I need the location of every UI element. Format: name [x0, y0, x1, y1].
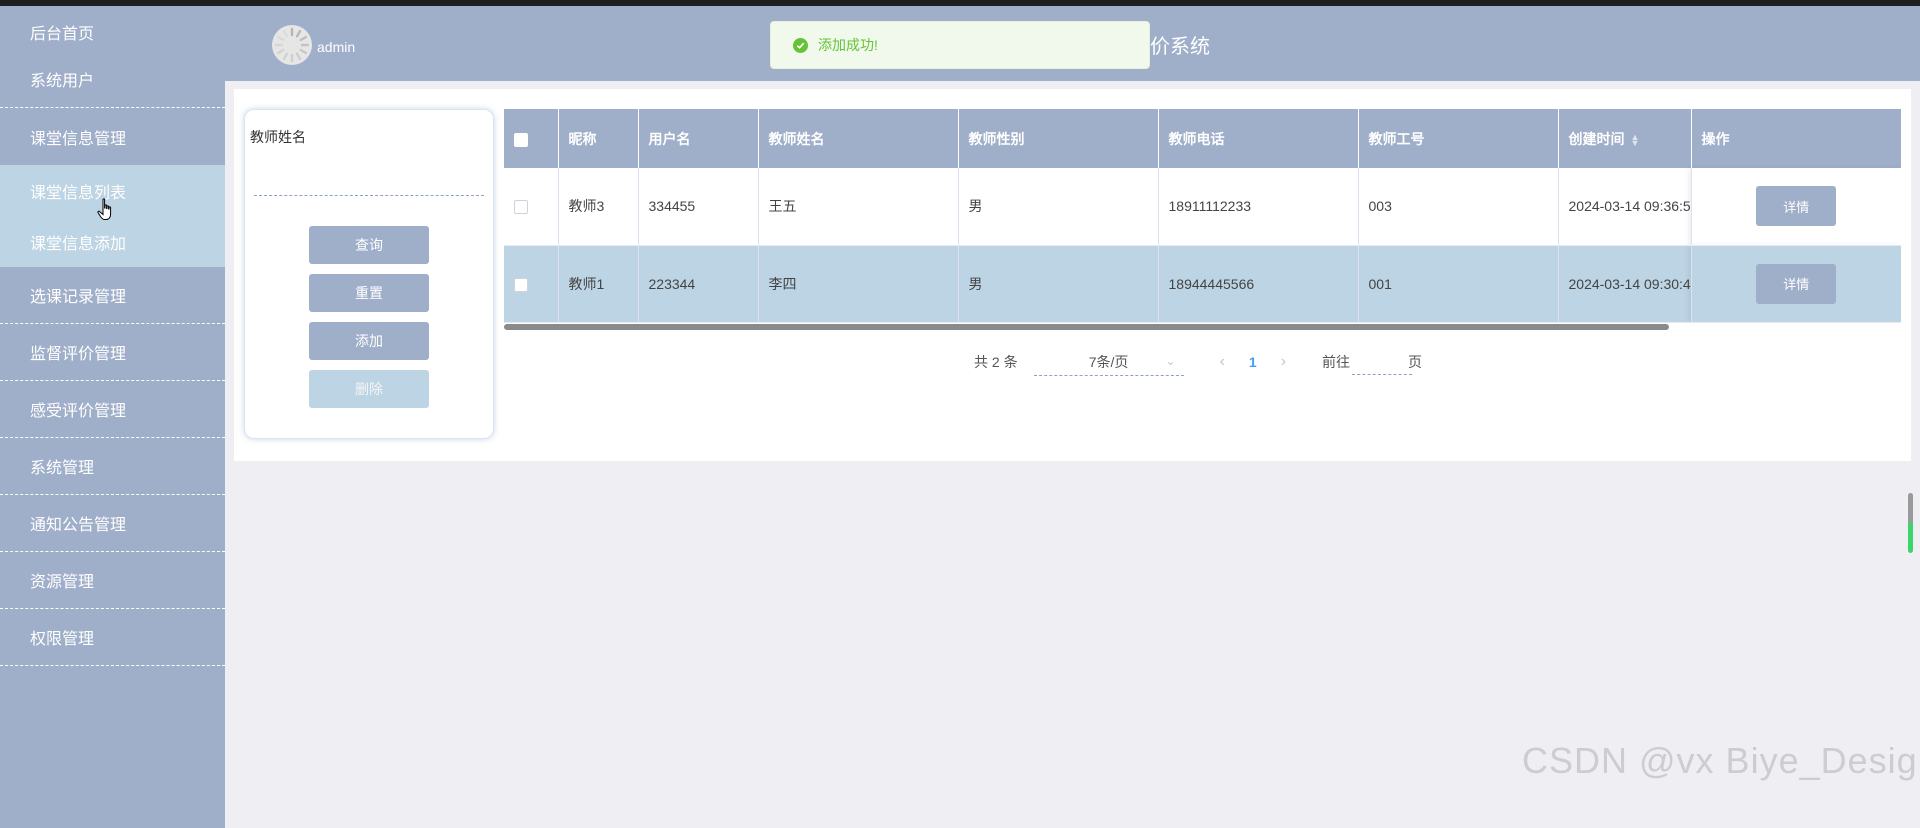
sidebar-item-label: 感受评价管理: [30, 403, 127, 420]
cell-actions: 详情: [1691, 245, 1901, 323]
cell-created-at: 2024-03-14 09:30:4: [1558, 245, 1692, 323]
sidebar-item-label: 资源管理: [30, 574, 95, 591]
sidebar-item-system-users[interactable]: 系统用户: [0, 51, 225, 108]
cell-username: 334455: [638, 168, 759, 246]
sidebar-item-label: 通知公告管理: [30, 517, 127, 534]
teacher-name-input[interactable]: [254, 170, 484, 196]
add-button[interactable]: 添加: [309, 322, 429, 360]
cell-teacher-name: 王五: [758, 168, 959, 246]
column-header-teacher-phone: 教师电话: [1158, 109, 1359, 168]
cell-teacher-gender: 男: [958, 245, 1159, 323]
column-header-created-at[interactable]: 创建时间 ▲ ▼: [1558, 109, 1692, 168]
horizontal-scrollbar[interactable]: [504, 324, 1669, 330]
column-header-nickname: 昵称: [558, 109, 639, 168]
page-title: 价系统: [1150, 36, 1210, 58]
detail-button[interactable]: 详情: [1756, 186, 1837, 227]
sidebar-item-label: 后台首页: [30, 26, 95, 43]
sidebar-subitem-label: 课堂信息添加: [30, 235, 127, 253]
sidebar-item-label: 课堂信息管理: [30, 130, 127, 148]
cell-created-at: 2024-03-14 09:36:5: [1558, 168, 1692, 246]
row-checkbox[interactable]: [514, 200, 528, 215]
sidebar-item-permissions[interactable]: 权限管理: [0, 609, 225, 666]
sidebar-item-label: 系统用户: [30, 73, 95, 90]
column-header-label: 创建时间: [1568, 130, 1625, 147]
row-select-cell: [504, 168, 559, 246]
data-table-container: 昵称 用户名 教师姓名 教师性别 教师电话 教师工号 创建时间 ▲ ▼ 操作 教师3…: [504, 109, 1901, 329]
cell-actions: 详情: [1691, 168, 1901, 246]
sidebar-item-label: 监督评价管理: [30, 346, 127, 363]
cell-username: 223344: [638, 245, 759, 323]
main-panel: 教师姓名 查询 重置 添加 删除 昵称 用户名 教师姓名 教师性别 教师电话 教…: [234, 89, 1911, 461]
success-toast: 添加成功!: [770, 21, 1150, 69]
sidebar: 后台首页 系统用户 课堂信息管理 课堂信息列表 课堂信息添加 选课记录管理 监督…: [0, 6, 225, 828]
row-select-cell: [504, 245, 559, 323]
delete-button[interactable]: 删除: [309, 370, 429, 408]
page-number-current[interactable]: 1: [1249, 354, 1257, 370]
chevron-down-icon: ⌄: [1165, 354, 1176, 368]
cell-nickname: 教师3: [558, 168, 639, 246]
avatar[interactable]: [272, 25, 312, 65]
sidebar-item-label: 权限管理: [30, 631, 95, 648]
column-header-teacher-gender: 教师性别: [958, 109, 1159, 168]
sidebar-item-feeling-eval[interactable]: 感受评价管理: [0, 381, 225, 438]
table-header-row: 昵称 用户名 教师姓名 教师性别 教师电话 教师工号 创建时间 ▲ ▼ 操作: [504, 109, 1901, 168]
query-button[interactable]: 查询: [309, 226, 429, 264]
column-header-teacher-id: 教师工号: [1358, 109, 1559, 168]
teacher-name-label: 教师姓名: [250, 129, 306, 145]
page-jump-label: 前往: [1322, 354, 1351, 370]
page-size-select[interactable]: 7条/页 ⌄: [1033, 348, 1184, 376]
page-jump: 前往 页: [1322, 349, 1422, 375]
table-row[interactable]: 教师1 223344 李四 男 18944445566 001 2024-03-…: [504, 245, 1901, 323]
search-panel: 教师姓名 查询 重置 添加 删除: [244, 109, 494, 439]
data-table: 昵称 用户名 教师姓名 教师性别 教师电话 教师工号 创建时间 ▲ ▼ 操作 教师3…: [504, 109, 1901, 323]
column-header-username: 用户名: [638, 109, 759, 168]
detail-button[interactable]: 详情: [1756, 263, 1837, 304]
username-label[interactable]: admin: [317, 39, 355, 55]
page-jump-input[interactable]: [1352, 349, 1413, 375]
page-size-value: 7条/页: [1088, 353, 1129, 370]
sidebar-item-notice[interactable]: 通知公告管理: [0, 495, 225, 552]
chevron-right-icon[interactable]: ›: [1281, 353, 1286, 371]
cell-teacher-id: 003: [1358, 168, 1559, 246]
reset-button[interactable]: 重置: [309, 274, 429, 312]
hand-pointer-cursor-icon: [97, 198, 112, 220]
sidebar-item-classroom-info[interactable]: 课堂信息管理: [0, 108, 225, 165]
toast-message: 添加成功!: [818, 37, 878, 53]
loading-spinner-icon: [274, 27, 310, 63]
select-all-checkbox[interactable]: [514, 132, 528, 147]
row-checkbox[interactable]: [514, 277, 528, 292]
chevron-left-icon[interactable]: ‹: [1220, 353, 1225, 371]
cell-teacher-name: 李四: [758, 245, 959, 323]
cell-nickname: 教师1: [558, 245, 639, 323]
cell-teacher-gender: 男: [958, 168, 1159, 246]
sidebar-item-supervision-eval[interactable]: 监督评价管理: [0, 324, 225, 381]
watermark: CSDN @vx Biye_Design: [1522, 740, 1920, 781]
sidebar-item-label: 选课记录管理: [30, 289, 127, 306]
vertical-scrollbar[interactable]: [1908, 493, 1913, 553]
sidebar-item-home[interactable]: 后台首页: [0, 6, 225, 51]
column-header-actions: 操作: [1691, 109, 1901, 168]
sidebar-item-label: 系统管理: [30, 460, 95, 477]
select-all-header: [504, 109, 559, 168]
table-row[interactable]: 教师3 334455 王五 男 18911112233 003 2024-03-…: [504, 168, 1901, 246]
sidebar-item-course-selection[interactable]: 选课记录管理: [0, 267, 225, 324]
page-jump-suffix: 页: [1408, 354, 1423, 370]
sidebar-item-resources[interactable]: 资源管理: [0, 552, 225, 609]
cell-teacher-phone: 18911112233: [1158, 168, 1359, 246]
sidebar-subitem-classroom-add[interactable]: 课堂信息添加: [0, 216, 225, 267]
sidebar-item-system-mgmt[interactable]: 系统管理: [0, 438, 225, 495]
pagination-total: 共 2 条: [974, 354, 1018, 370]
cell-teacher-phone: 18944445566: [1158, 245, 1359, 323]
column-header-teacher-name: 教师姓名: [758, 109, 959, 168]
pagination: 共 2 条 7条/页 ⌄ ‹ 1 › 前往 页: [974, 347, 1422, 377]
check-circle-icon: [793, 37, 808, 53]
cell-teacher-id: 001: [1358, 245, 1559, 323]
sort-caret-icon[interactable]: ▲ ▼: [1631, 132, 1640, 147]
